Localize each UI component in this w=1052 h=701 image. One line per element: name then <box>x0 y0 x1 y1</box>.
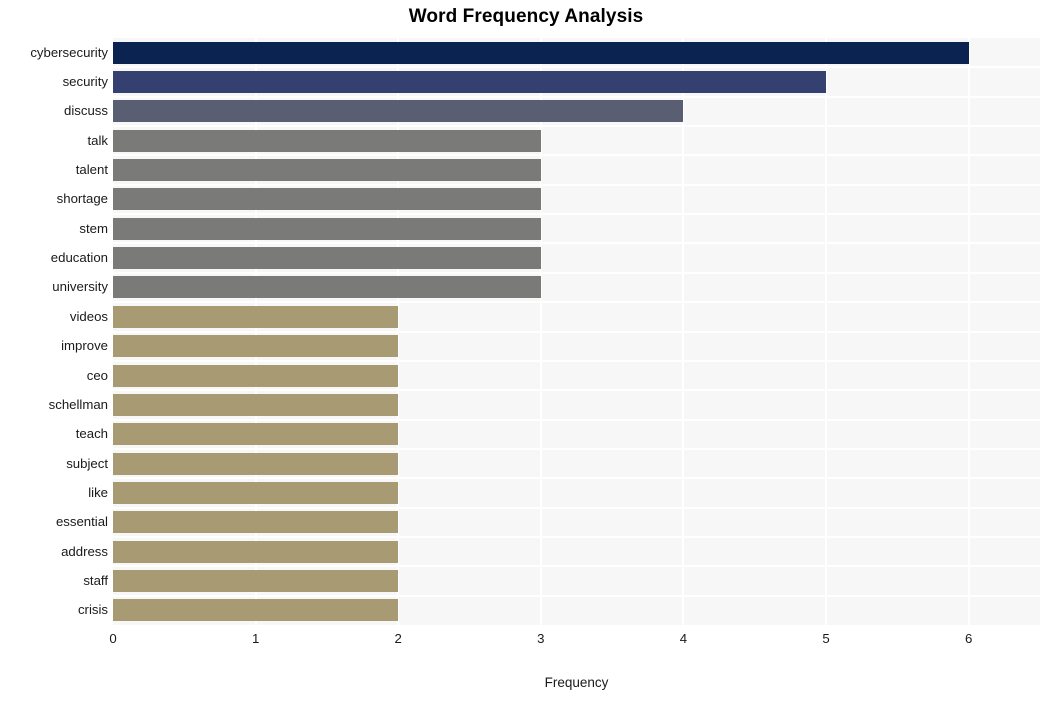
y-axis-tick-label: university <box>52 279 108 295</box>
bar <box>113 41 969 64</box>
gridline-horizontal <box>113 213 1040 216</box>
gridline-horizontal <box>113 66 1040 69</box>
gridline-horizontal <box>113 95 1040 98</box>
gridline-horizontal <box>113 242 1040 245</box>
x-axis-tick-labels: 0 1 2 3 4 5 6 <box>0 631 1052 653</box>
y-axis-tick-label: ceo <box>86 367 108 383</box>
bar <box>113 569 399 592</box>
y-axis-tick-label: education <box>50 250 108 266</box>
bar <box>113 276 541 299</box>
bar <box>113 247 541 270</box>
bar <box>113 100 684 123</box>
gridline-horizontal <box>113 330 1040 333</box>
bar <box>113 599 399 622</box>
y-axis-tick-label: stem <box>79 220 108 236</box>
gridline-horizontal <box>113 389 1040 392</box>
y-axis-tick-label: shortage <box>56 191 108 207</box>
bar <box>113 71 827 94</box>
y-axis-tick-label: like <box>88 484 108 500</box>
bar <box>113 159 541 182</box>
bar <box>113 188 541 211</box>
x-axis-tick-label: 6 <box>965 631 973 646</box>
bar <box>113 452 399 475</box>
y-axis-tick-label: improve <box>61 338 108 354</box>
bar <box>113 511 399 534</box>
plot-area <box>113 38 1040 625</box>
gridline-horizontal <box>113 447 1040 450</box>
gridline-horizontal <box>113 535 1040 538</box>
y-axis-tick-label: discuss <box>64 103 108 119</box>
y-axis-tick-label: talent <box>75 162 108 178</box>
x-axis-tick-label: 1 <box>251 631 260 646</box>
bar <box>113 305 399 328</box>
bar <box>113 423 399 446</box>
bar <box>113 217 541 240</box>
x-axis-tick-label: 5 <box>822 631 830 646</box>
y-axis-tick-label: talk <box>87 132 108 148</box>
x-axis-tick-label: 3 <box>537 631 545 646</box>
gridline-horizontal <box>113 301 1040 304</box>
gridline-horizontal <box>113 506 1040 509</box>
y-axis-tick-label: address <box>61 543 108 559</box>
x-axis-tick-label: 4 <box>679 631 688 646</box>
y-axis-tick-label: security <box>62 74 108 90</box>
gridline-horizontal <box>113 477 1040 480</box>
y-axis-tick-label: subject <box>66 455 108 471</box>
chart-figure: Word Frequency Analysis cybersecurity sec… <box>0 0 1052 701</box>
chart-title: Word Frequency Analysis <box>408 6 644 27</box>
y-axis-tick-label: cybersecurity <box>30 44 108 60</box>
y-axis-tick-label: essential <box>55 514 108 530</box>
gridline-horizontal <box>113 565 1040 568</box>
gridline-horizontal <box>113 183 1040 186</box>
gridline-horizontal <box>113 125 1040 128</box>
y-axis-tick-label: crisis <box>77 602 108 618</box>
x-axis-label: Frequency <box>544 675 609 690</box>
y-axis-tick-label: schellman <box>48 396 108 412</box>
y-axis-tick-label: videos <box>69 308 108 324</box>
gridline-horizontal <box>113 271 1040 274</box>
gridline-horizontal <box>113 359 1040 362</box>
gridline-horizontal <box>113 594 1040 597</box>
bar <box>113 364 399 387</box>
bar <box>113 481 399 504</box>
x-axis-tick-label: 0 <box>109 631 117 646</box>
bar <box>113 540 399 563</box>
y-axis-tick-labels: cybersecurity security discuss talk talent sh… <box>0 38 108 625</box>
bar <box>113 335 399 358</box>
bar <box>113 129 541 152</box>
y-axis-tick-label: teach <box>75 426 108 442</box>
bar <box>113 393 399 416</box>
y-axis-tick-label: staff <box>83 572 108 588</box>
x-axis-tick-label: 2 <box>394 631 402 646</box>
gridline-horizontal <box>113 418 1040 421</box>
gridline-horizontal <box>113 154 1040 157</box>
